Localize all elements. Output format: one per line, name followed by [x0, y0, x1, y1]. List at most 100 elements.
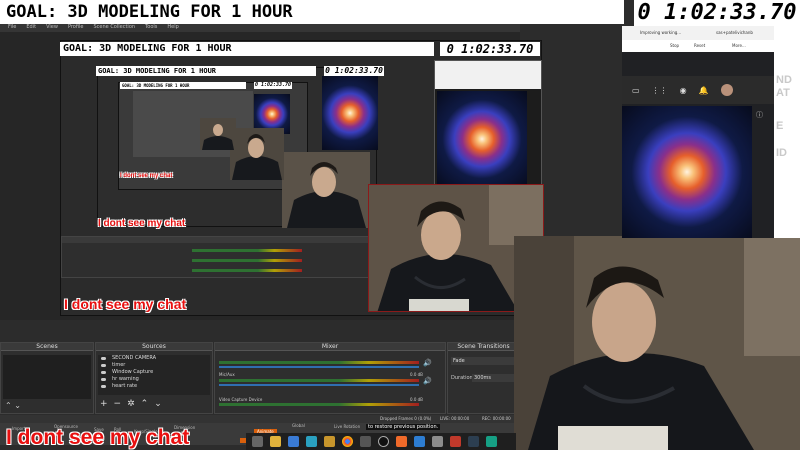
page-tab-title[interactable]: Improving working... [640, 30, 681, 35]
source-item[interactable]: heart rate [98, 383, 210, 390]
scenes-dock-title: Scenes [1, 343, 93, 351]
speaker-icon[interactable]: 🔊 [423, 359, 432, 367]
nebula-image-nested [322, 76, 378, 150]
mixer-channel-label: Mic/Aux [219, 372, 235, 377]
nebula-image-nested [437, 91, 527, 187]
sources-controls: + − ✲ ⌃ ⌄ [100, 399, 162, 409]
nested-browser-toolbar [435, 61, 541, 89]
source-item[interactable]: hr warning [98, 376, 210, 383]
remove-source-icon[interactable]: − [114, 399, 122, 409]
browser-tabstrip: Improving working... sas+patelivichanb [622, 26, 774, 40]
mixer-dock-title: Mixer [215, 343, 445, 351]
person-figure [200, 118, 236, 150]
side-letters: E [776, 120, 784, 132]
toolbar-label[interactable]: Live Rotation [334, 424, 360, 429]
add-source-icon[interactable]: + [100, 399, 108, 409]
edge-icon[interactable] [306, 436, 317, 447]
apps-icon[interactable]: ⋮⋮ [652, 86, 668, 95]
mixer-level: 0.0 dB [410, 397, 423, 402]
taskbar [246, 433, 516, 450]
avatar[interactable] [720, 84, 733, 96]
volume-slider[interactable] [219, 366, 419, 368]
scenes-list[interactable] [3, 355, 91, 399]
timer-nested-3: 0 1:02:33.70 [254, 82, 292, 89]
transitions-dock-title: Scene Transitions [448, 343, 519, 351]
person-figure [514, 236, 800, 450]
app-icon[interactable] [450, 436, 461, 447]
nested-dock-header [62, 237, 372, 243]
app-icon[interactable] [468, 436, 479, 447]
file-explorer-icon[interactable] [270, 436, 281, 447]
chrome-icon[interactable] [342, 436, 353, 447]
goal-banner-nested-2: GOAL: 3D MODELING FOR 1 HOUR [96, 66, 316, 76]
chat-caption: I dont see my chat [6, 426, 190, 449]
nested-docks [61, 236, 372, 278]
chat-caption-nested-1: I dont see my chat [64, 296, 187, 312]
task-view-icon[interactable] [252, 436, 263, 447]
side-letters: ID [776, 147, 787, 159]
webcam-nested [200, 118, 236, 150]
webcam-nested [282, 152, 370, 228]
app-icon[interactable] [414, 436, 425, 447]
person-figure [230, 128, 284, 180]
stream-screen: File Edit View Profile Scene Collection … [0, 0, 800, 450]
mail-icon[interactable] [288, 436, 299, 447]
tooltip-text: to restore previous position. [366, 424, 441, 430]
sources-dock-title: Sources [96, 343, 212, 351]
source-up-icon[interactable]: ⌃ [141, 399, 149, 409]
app-icon[interactable] [486, 436, 497, 447]
bell-icon[interactable]: 🔔 [699, 86, 709, 95]
live-time: LIVE: 00:00:00 [440, 416, 470, 421]
reset-button[interactable]: Reset [694, 43, 705, 48]
browser-window: Improving working... sas+patelivichanb S… [622, 26, 774, 238]
browser-icon-row: ▭ ⋮⋮ ◉ 🔔 [622, 76, 774, 104]
stop-button[interactable]: Stop [670, 43, 679, 48]
mixer-level: 0.0 dB [410, 372, 423, 377]
info-icon[interactable]: ⓘ [756, 110, 763, 120]
nested-meter [192, 269, 302, 272]
goal-banner: GOAL: 3D MODELING FOR 1 HOUR [0, 0, 624, 24]
nebula-image [622, 106, 752, 238]
sources-list: SECOND CAMERA timer Window Capture hr wa… [98, 355, 210, 395]
duration-label: Duration [451, 375, 473, 381]
source-item[interactable]: Window Capture [98, 369, 210, 376]
source-down-icon[interactable]: ⌄ [154, 399, 162, 409]
obs-icon[interactable] [378, 436, 389, 447]
messenger-icon[interactable]: ◉ [680, 86, 687, 95]
source-item[interactable]: timer [98, 362, 210, 369]
volume-slider[interactable] [219, 384, 419, 386]
stream-timer: 0 1:02:33.70 [634, 0, 800, 26]
scene-up-icon[interactable]: ⌃ [5, 401, 12, 410]
folder-icon[interactable] [324, 436, 335, 447]
app-icon[interactable] [432, 436, 443, 447]
side-panel: ND AT E ID [774, 26, 800, 238]
chat-caption-nested-3: I dont see my chat [120, 173, 173, 179]
timer-nested-1: 0 1:02:33.70 [440, 42, 540, 56]
goal-banner-nested-1: GOAL: 3D MODELING FOR 1 HOUR [60, 42, 434, 56]
source-settings-icon[interactable]: ✲ [127, 399, 135, 409]
obs-statusbar: Dropped Frames 0 (0.0%) LIVE: 00:00:00 R… [0, 415, 520, 423]
side-letters: ND [776, 74, 792, 86]
scenes-dock: Scenes ⌃ ⌄ [0, 342, 94, 414]
timer-nested-2: 0 1:02:33.70 [324, 66, 384, 76]
page-tab-user[interactable]: sas+patelivichanb [716, 30, 753, 35]
transitions-dock: Scene Transitions Fade Duration 300ms [447, 342, 520, 414]
duration-input[interactable]: 300ms [472, 374, 516, 382]
toolbar-label[interactable]: Global [292, 423, 305, 428]
person-figure [282, 152, 370, 228]
side-letters: AT [776, 87, 790, 99]
calculator-icon[interactable] [360, 436, 371, 447]
speaker-icon[interactable]: 🔊 [423, 377, 432, 385]
video-icon[interactable]: ▭ [632, 86, 640, 95]
dropped-frames: Dropped Frames 0 (0.0%) [380, 416, 432, 421]
source-item[interactable]: SECOND CAMERA [98, 355, 210, 362]
scene-down-icon[interactable]: ⌄ [14, 401, 21, 410]
nested-browser [434, 60, 542, 188]
more-button[interactable]: More... [732, 43, 746, 48]
mixer-dock: Mixer 🔊 Mic/Aux 0.0 dB 🔊 Video Capture D… [214, 342, 446, 414]
sources-dock: Sources SECOND CAMERA timer Window Captu… [95, 342, 213, 414]
rec-time: REC: 00:00:00 [482, 416, 511, 421]
transition-select[interactable]: Fade [451, 357, 517, 365]
paint-icon[interactable] [396, 436, 407, 447]
audio-meter [219, 361, 419, 364]
